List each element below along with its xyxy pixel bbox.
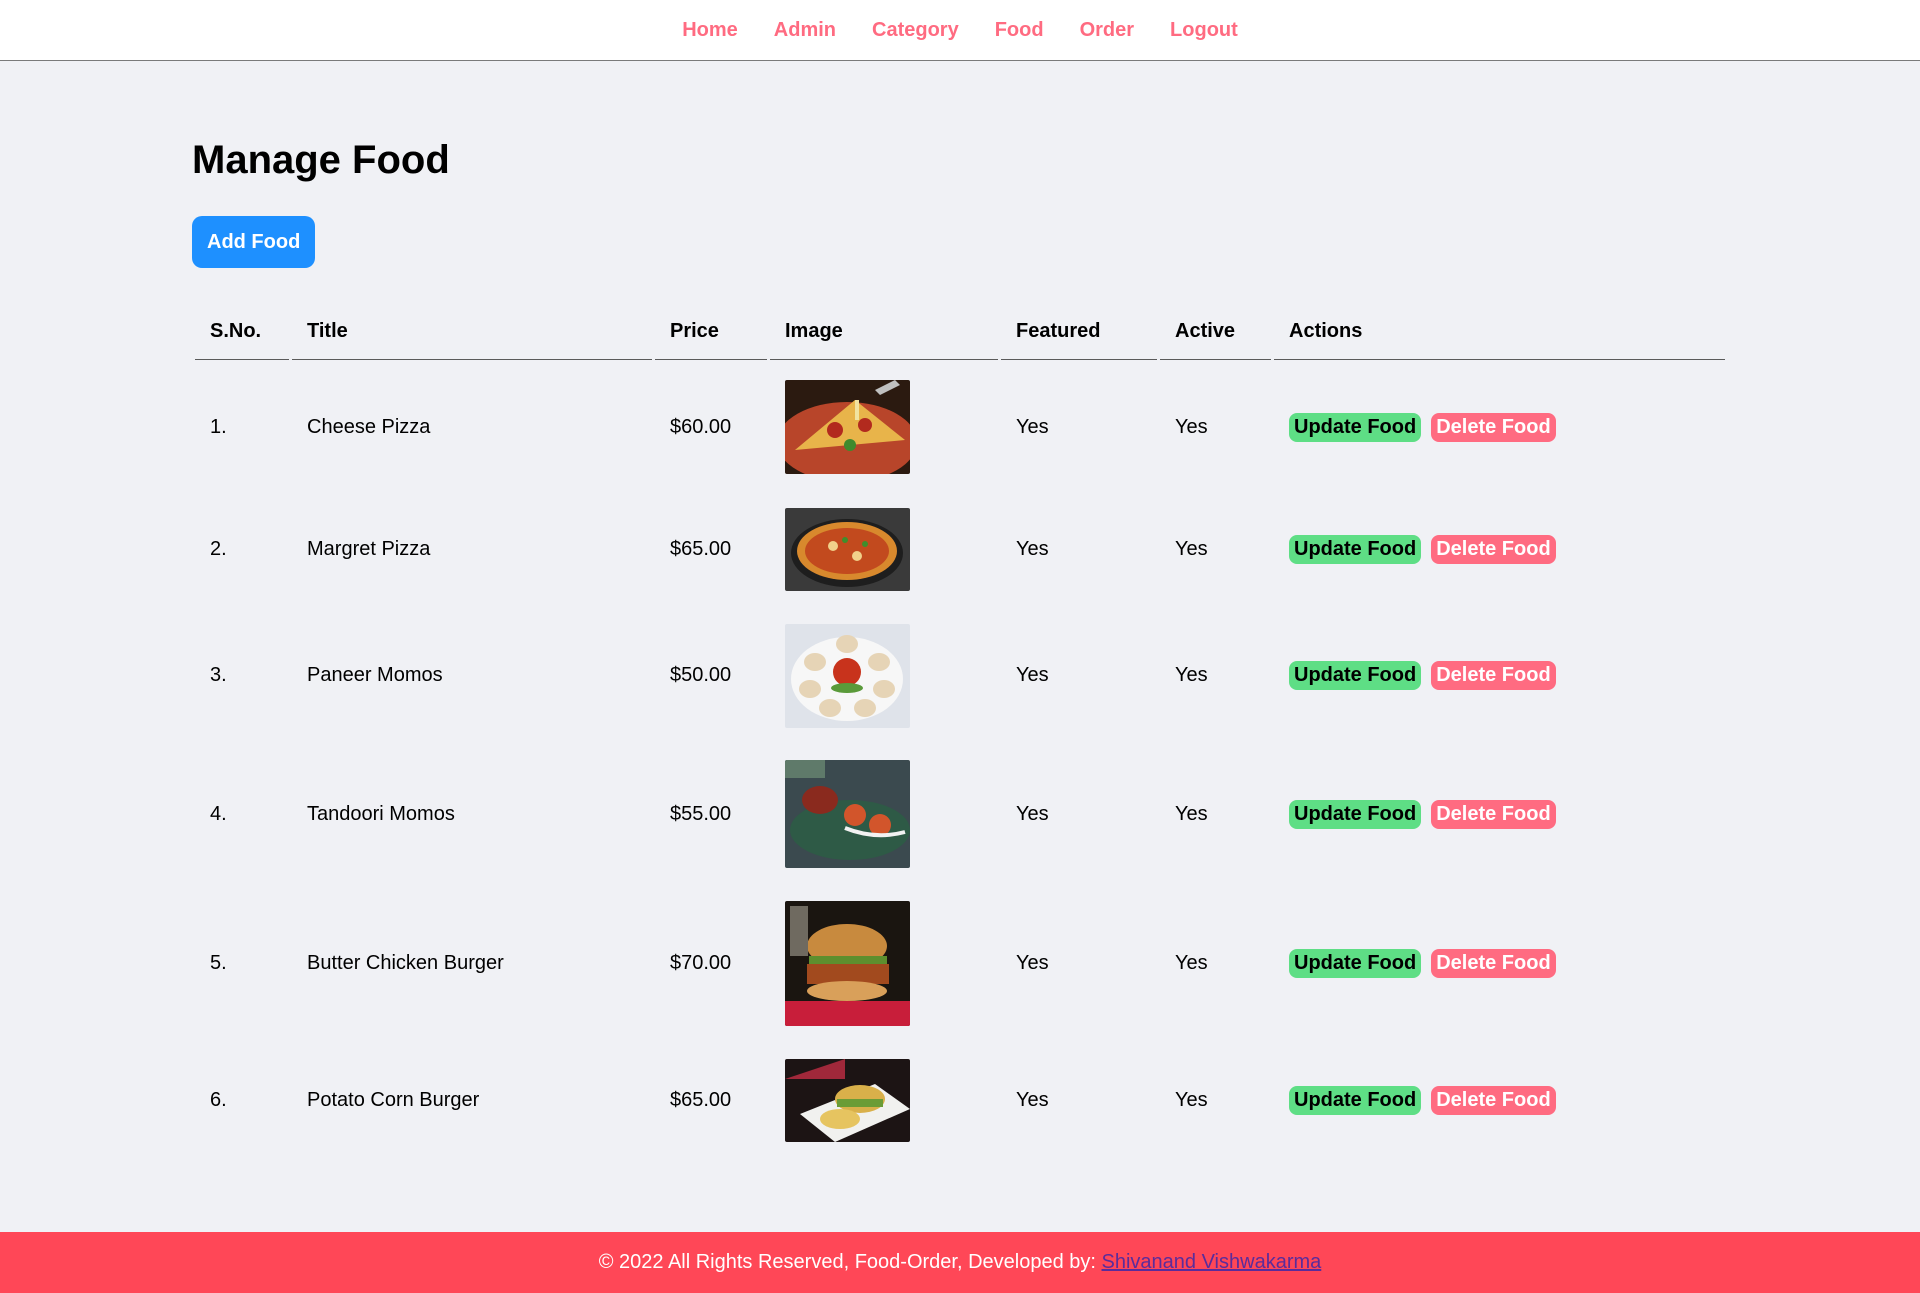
cell-actions: Update Food Delete Food [1274, 747, 1725, 881]
cell-sno: 4. [210, 802, 227, 825]
column-header-active: Active [1160, 303, 1271, 360]
table-row: 1. Cheese Pizza $60.00 Yes Yes Update Fo… [195, 360, 1725, 494]
table-row: 2. Margret Pizza $65.00 Yes Yes Update F… [195, 494, 1725, 604]
update-food-button[interactable]: Update Food [1289, 1085, 1422, 1115]
update-food-button[interactable]: Update Food [1289, 412, 1422, 442]
cell-featured: Yes [1016, 1088, 1049, 1111]
top-navigation: Home Admin Category Food Order Logout [0, 0, 1920, 61]
cell-actions: Update Food Delete Food [1274, 881, 1725, 1045]
delete-food-button[interactable]: Delete Food [1431, 799, 1556, 829]
cell-price: $65.00 [670, 1088, 732, 1111]
cell-title: Butter Chicken Burger [307, 951, 504, 974]
nav-admin-link[interactable]: Admin [756, 0, 854, 60]
delete-food-button[interactable]: Delete Food [1431, 948, 1556, 978]
table-row: 4. Tandoori Momos $55.00 Yes Yes Update … [195, 747, 1725, 881]
update-food-button[interactable]: Update Food [1289, 534, 1422, 564]
update-food-button[interactable]: Update Food [1289, 661, 1422, 690]
table-header-row: S.No. Title Price Image Featured Active … [195, 303, 1725, 360]
margret-pizza-image [785, 507, 910, 591]
column-header-featured: Featured [1001, 303, 1157, 360]
delete-food-button[interactable]: Delete Food [1431, 534, 1556, 564]
cell-title: Tandoori Momos [307, 802, 455, 825]
add-food-button[interactable]: Add Food [192, 216, 316, 268]
cell-title: Margret Pizza [307, 537, 431, 560]
update-food-button[interactable]: Update Food [1289, 799, 1422, 829]
column-header-title: Title [292, 303, 652, 360]
cell-price: $60.00 [670, 415, 732, 438]
delete-food-button[interactable]: Delete Food [1431, 412, 1556, 442]
developer-link[interactable]: Shivanand Vishwakarma [1102, 1251, 1322, 1273]
nav-category-link[interactable]: Category [854, 0, 977, 60]
cell-actions: Update Food Delete Food [1274, 360, 1725, 494]
butter-chicken-burger-image [785, 900, 910, 1026]
cell-featured: Yes [1016, 664, 1049, 686]
nav-food-link[interactable]: Food [977, 0, 1062, 60]
cell-price: $70.00 [670, 951, 732, 974]
delete-food-button[interactable]: Delete Food [1431, 661, 1556, 690]
nav-logout-link[interactable]: Logout [1152, 0, 1256, 60]
food-table: S.No. Title Price Image Featured Active … [192, 303, 1728, 1155]
cell-active: Yes [1175, 802, 1208, 825]
cell-sno: 2. [210, 537, 227, 560]
nav-order-link[interactable]: Order [1062, 0, 1152, 60]
cell-actions: Update Food Delete Food [1274, 494, 1725, 604]
cell-title: Cheese Pizza [307, 415, 431, 438]
cell-featured: Yes [1016, 537, 1049, 560]
footer-text: © 2022 All Rights Reserved, Food-Order, … [598, 1251, 1102, 1273]
nav-menu: Home Admin Category Food Order Logout [0, 0, 1920, 60]
cell-title: Paneer Momos [307, 664, 443, 686]
cell-actions: Update Food Delete Food [1274, 604, 1725, 747]
cell-title: Potato Corn Burger [307, 1088, 480, 1111]
footer: © 2022 All Rights Reserved, Food-Order, … [0, 1232, 1920, 1293]
delete-food-button[interactable]: Delete Food [1431, 1085, 1556, 1115]
nav-home-link[interactable]: Home [664, 0, 756, 60]
cell-sno: 1. [210, 415, 227, 438]
cell-price: $55.00 [670, 802, 732, 825]
cell-featured: Yes [1016, 415, 1049, 438]
cell-actions: Update Food Delete Food [1274, 1045, 1725, 1155]
column-header-sno: S.No. [195, 303, 289, 360]
cell-featured: Yes [1016, 951, 1049, 974]
table-row: 3. Paneer Momos $50.00 Yes Yes Update Fo… [195, 604, 1725, 747]
column-header-actions: Actions [1274, 303, 1725, 360]
cell-active: Yes [1175, 1088, 1208, 1111]
cell-featured: Yes [1016, 802, 1049, 825]
column-header-price: Price [655, 303, 767, 360]
cell-price: $50.00 [670, 664, 732, 686]
potato-corn-burger-image [785, 1058, 910, 1142]
cell-sno: 5. [210, 951, 227, 974]
update-food-button[interactable]: Update Food [1289, 948, 1422, 978]
paneer-momos-image [785, 623, 910, 728]
table-row: 5. Butter Chicken Burger $70.00 Yes Yes … [195, 881, 1725, 1045]
tandoori-momos-image [785, 760, 910, 868]
cell-sno: 6. [210, 1088, 227, 1111]
cell-active: Yes [1175, 664, 1208, 686]
cheese-pizza-image [785, 380, 910, 474]
cell-sno: 3. [210, 664, 227, 686]
cell-price: $65.00 [670, 537, 732, 560]
cell-active: Yes [1175, 951, 1208, 974]
column-header-image: Image [770, 303, 998, 360]
table-row: 6. Potato Corn Burger $65.00 Yes Yes Upd… [195, 1045, 1725, 1155]
page-title: Manage Food [192, 138, 450, 182]
cell-active: Yes [1175, 537, 1208, 560]
cell-active: Yes [1175, 415, 1208, 438]
